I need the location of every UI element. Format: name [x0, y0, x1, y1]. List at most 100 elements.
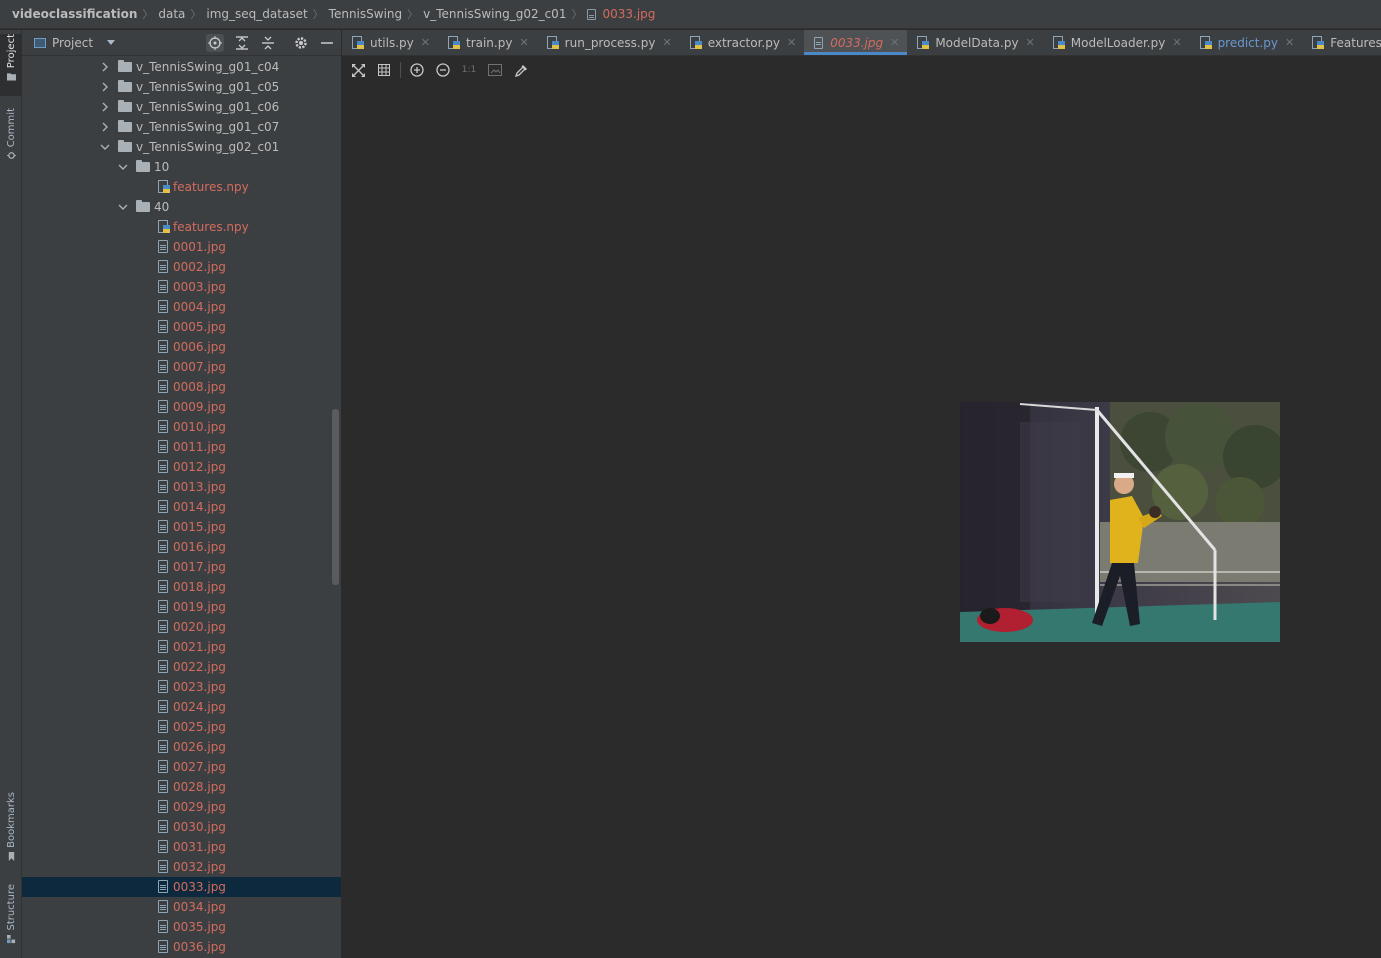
chevron-down-icon[interactable] — [117, 157, 129, 177]
structure-tool-tab[interactable]: Structure — [0, 884, 22, 950]
tree-file-row[interactable]: 0003.jpg — [22, 277, 341, 297]
project-view-selector[interactable]: Project — [34, 36, 116, 50]
editor-tab[interactable]: ModelLoader.py ✕ — [1043, 30, 1190, 55]
tree-file-row[interactable]: 0031.jpg — [22, 837, 341, 857]
tree-folder-row[interactable]: v_TennisSwing_g01_c07 — [22, 117, 341, 137]
close-icon[interactable]: ✕ — [1285, 36, 1294, 49]
tree-file-row[interactable]: 0036.jpg — [22, 937, 341, 957]
close-icon[interactable]: ✕ — [1026, 36, 1035, 49]
panel-settings-button[interactable] — [292, 34, 310, 52]
tree-file-row[interactable]: 0010.jpg — [22, 417, 341, 437]
close-icon[interactable]: ✕ — [421, 36, 430, 49]
editor-tab[interactable]: run_process.py ✕ — [537, 30, 680, 55]
tree-file-row[interactable]: 0033.jpg — [22, 877, 341, 897]
image-file-icon — [158, 420, 168, 433]
tree-file-row[interactable]: 0019.jpg — [22, 597, 341, 617]
close-icon[interactable]: ✕ — [1172, 36, 1181, 49]
editor-tab[interactable]: ModelData.py ✕ — [907, 30, 1042, 55]
tree-folder-row[interactable]: 10 — [22, 157, 341, 177]
tree-file-row[interactable]: 0021.jpg — [22, 637, 341, 657]
tree-file-row[interactable]: 0001.jpg — [22, 237, 341, 257]
tree-file-row[interactable]: 0004.jpg — [22, 297, 341, 317]
project-tool-tab[interactable]: Project — [0, 34, 22, 96]
locate-file-button[interactable] — [206, 34, 224, 52]
tree-file-row[interactable]: 0018.jpg — [22, 577, 341, 597]
close-icon[interactable]: ✕ — [890, 36, 899, 49]
tree-file-row[interactable]: 0020.jpg — [22, 617, 341, 637]
breadcrumb-item[interactable]: data — [158, 7, 185, 21]
editor-tab[interactable]: train.py ✕ — [438, 30, 537, 55]
tree-item-label: features.npy — [173, 220, 249, 234]
tree-file-row[interactable]: 0014.jpg — [22, 497, 341, 517]
tree-file-row[interactable]: 0029.jpg — [22, 797, 341, 817]
tree-file-row[interactable]: 0030.jpg — [22, 817, 341, 837]
tree-file-row[interactable]: 0015.jpg — [22, 517, 341, 537]
close-icon[interactable]: ✕ — [787, 36, 796, 49]
tree-item-label: 0019.jpg — [173, 600, 226, 614]
breadcrumb-current-file[interactable]: 0033.jpg — [602, 7, 655, 21]
tree-file-row[interactable]: 0028.jpg — [22, 777, 341, 797]
chevron-right-icon[interactable] — [99, 117, 111, 137]
tree-file-row[interactable]: 0032.jpg — [22, 857, 341, 877]
collapse-all-button[interactable] — [259, 34, 277, 52]
editor-tab[interactable]: FeaturesExtractor.py✕ — [1302, 30, 1381, 55]
tree-folder-row[interactable]: v_TennisSwing_g01_c05 — [22, 77, 341, 97]
chevron-down-icon[interactable] — [99, 137, 111, 157]
tree-file-row[interactable]: 0022.jpg — [22, 657, 341, 677]
bookmarks-tool-tab[interactable]: Bookmarks — [0, 792, 22, 866]
tree-file-row[interactable]: 0013.jpg — [22, 477, 341, 497]
tree-file-row[interactable]: 0025.jpg — [22, 717, 341, 737]
breadcrumb-item[interactable]: TennisSwing — [329, 7, 402, 21]
tree-file-row[interactable]: 0035.jpg — [22, 917, 341, 937]
commit-tool-tab[interactable]: Commit — [0, 108, 22, 168]
close-icon[interactable]: ✕ — [519, 36, 528, 49]
folder-icon — [118, 100, 132, 112]
fit-to-window-button[interactable] — [348, 60, 368, 80]
breadcrumb-item[interactable]: img_seq_dataset — [206, 7, 307, 21]
actual-size-button[interactable]: 1:1 — [459, 60, 479, 80]
toggle-grid-button[interactable] — [374, 60, 394, 80]
editor-tab[interactable]: extractor.py ✕ — [680, 30, 805, 55]
tree-file-row[interactable]: 0011.jpg — [22, 437, 341, 457]
chevron-right-icon[interactable] — [99, 97, 111, 117]
chevron-right-icon[interactable] — [99, 77, 111, 97]
tree-file-row[interactable]: 0006.jpg — [22, 337, 341, 357]
zoom-in-button[interactable] — [407, 60, 427, 80]
background-button[interactable] — [485, 60, 505, 80]
tree-file-row[interactable]: 0012.jpg — [22, 457, 341, 477]
tree-scrollbar[interactable] — [332, 409, 339, 585]
tree-file-row[interactable]: 0026.jpg — [22, 737, 341, 757]
tree-file-row[interactable]: 0005.jpg — [22, 317, 341, 337]
breadcrumb-item[interactable]: v_TennisSwing_g02_c01 — [423, 7, 566, 21]
close-icon[interactable]: ✕ — [662, 36, 671, 49]
tree-file-row[interactable]: 0017.jpg — [22, 557, 341, 577]
tree-folder-row[interactable]: v_TennisSwing_g01_c06 — [22, 97, 341, 117]
editor-tab[interactable]: 0033.jpg ✕ — [804, 30, 908, 55]
expand-all-button[interactable] — [233, 34, 251, 52]
minimize-icon — [321, 42, 333, 44]
hide-panel-button[interactable] — [318, 34, 336, 52]
tree-file-row[interactable]: 0027.jpg — [22, 757, 341, 777]
tree-file-row[interactable]: 0007.jpg — [22, 357, 341, 377]
tree-file-row[interactable]: 0009.jpg — [22, 397, 341, 417]
editor-tab-label: ModelLoader.py — [1070, 35, 1166, 50]
tree-file-row[interactable]: 0002.jpg — [22, 257, 341, 277]
breadcrumb-item[interactable]: videoclassification — [12, 7, 137, 21]
tree-file-row[interactable]: 0016.jpg — [22, 537, 341, 557]
tree-file-row[interactable]: 0008.jpg — [22, 377, 341, 397]
tree-file-row[interactable]: features.npy — [22, 217, 341, 237]
folder-icon — [118, 80, 132, 92]
tree-folder-row[interactable]: 40 — [22, 197, 341, 217]
chevron-down-icon[interactable] — [117, 197, 129, 217]
editor-tab[interactable]: predict.py ✕ — [1190, 30, 1303, 55]
tree-file-row[interactable]: features.npy — [22, 177, 341, 197]
editor-tab[interactable]: utils.py ✕ — [342, 30, 438, 55]
color-picker-button[interactable] — [511, 60, 531, 80]
zoom-out-button[interactable] — [433, 60, 453, 80]
chevron-right-icon[interactable] — [99, 57, 111, 77]
tree-file-row[interactable]: 0034.jpg — [22, 897, 341, 917]
tree-folder-row[interactable]: v_TennisSwing_g02_c01 — [22, 137, 341, 157]
tree-folder-row[interactable]: v_TennisSwing_g01_c04 — [22, 57, 341, 77]
tree-file-row[interactable]: 0023.jpg — [22, 677, 341, 697]
tree-file-row[interactable]: 0024.jpg — [22, 697, 341, 717]
